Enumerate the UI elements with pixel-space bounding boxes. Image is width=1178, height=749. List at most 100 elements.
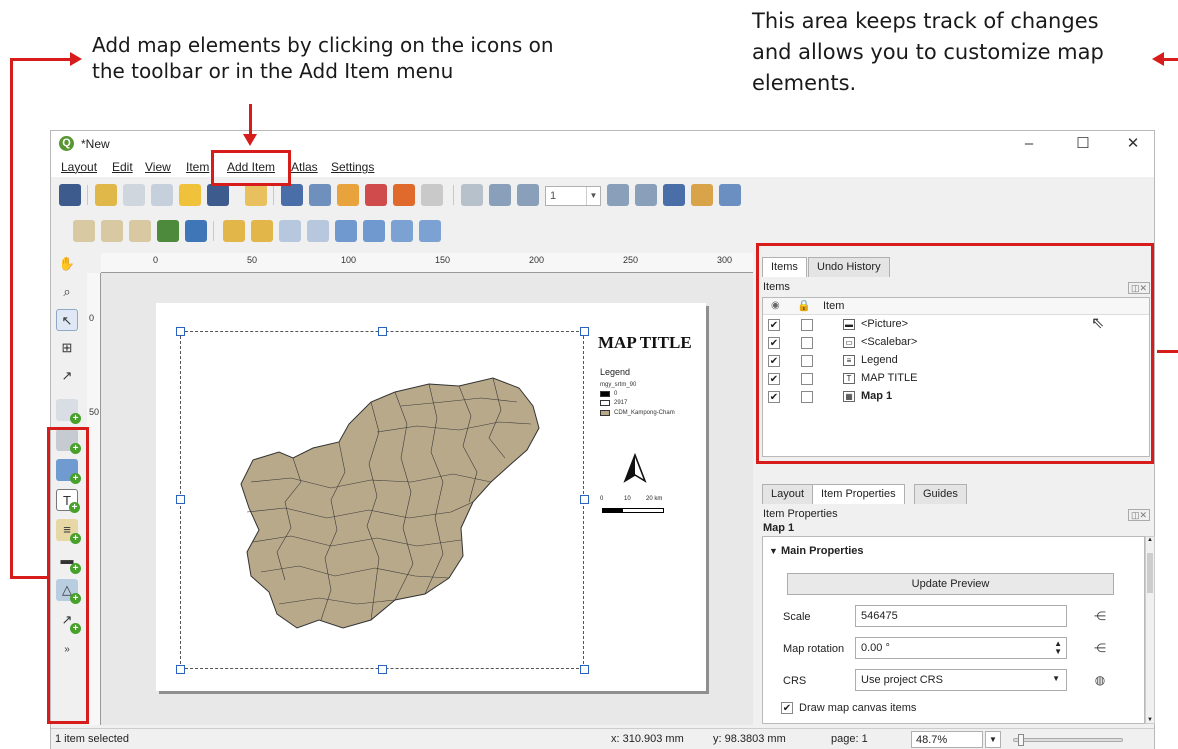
qgis-logo-icon: Q bbox=[59, 136, 74, 151]
tab-item-properties[interactable]: Item Properties bbox=[812, 484, 905, 504]
main-properties-heading[interactable]: Main Properties bbox=[781, 545, 864, 557]
add-pages-icon[interactable] bbox=[245, 184, 267, 206]
draw-items-checkbox[interactable]: ✔ bbox=[781, 702, 793, 714]
data-defined-override-icon[interactable]: ⋲ bbox=[1089, 606, 1111, 626]
menu-item[interactable]: Item bbox=[186, 160, 209, 174]
menu-layout[interactable]: Layout bbox=[61, 160, 97, 174]
new-layout-icon[interactable] bbox=[95, 184, 117, 206]
move-content-icon[interactable]: ⊞ bbox=[56, 337, 78, 359]
chevron-down-icon[interactable]: ▼ bbox=[1052, 674, 1060, 683]
scale-label: 0 bbox=[600, 496, 604, 502]
print-atlas-icon[interactable] bbox=[663, 184, 685, 206]
refresh-icon[interactable] bbox=[185, 220, 207, 242]
legend-layer-name: mgy_srtm_90 bbox=[600, 382, 637, 388]
atlas-settings-icon[interactable] bbox=[719, 184, 741, 206]
scrollbar-thumb[interactable] bbox=[1147, 553, 1153, 593]
lock-items-icon[interactable] bbox=[223, 220, 245, 242]
previous-feature-icon[interactable] bbox=[517, 184, 539, 206]
next-feature-icon[interactable] bbox=[607, 184, 629, 206]
properties-scrollbar[interactable]: ▲ ▼ bbox=[1145, 536, 1155, 724]
zoom-level-field[interactable]: 48.7% bbox=[911, 731, 983, 748]
layout-page[interactable]: MAP TITLE Legend mgy_srtm_90 0 2917 CDM_… bbox=[156, 303, 706, 691]
redo-icon[interactable] bbox=[421, 184, 443, 206]
undo-icon[interactable] bbox=[393, 184, 415, 206]
close-button[interactable]: ✕ bbox=[1115, 133, 1151, 155]
atlas-page-field[interactable]: 1 ▼ bbox=[545, 186, 601, 206]
minimize-button[interactable]: – bbox=[1011, 133, 1047, 155]
scroll-up-icon[interactable]: ▲ bbox=[1147, 537, 1153, 543]
scale-input[interactable]: 546475 bbox=[855, 605, 1067, 627]
zoom-tool-icon[interactable]: ⌕ bbox=[56, 281, 78, 303]
zoom-out-icon[interactable] bbox=[101, 220, 123, 242]
selection-handle[interactable] bbox=[580, 665, 589, 674]
tab-layout[interactable]: Layout bbox=[762, 484, 814, 504]
zoom-actual-icon[interactable] bbox=[129, 220, 151, 242]
pan-hand-icon[interactable]: ✋ bbox=[56, 253, 78, 275]
zoom-slider[interactable] bbox=[1013, 734, 1123, 746]
zoom-full-icon[interactable] bbox=[157, 220, 179, 242]
map-rotation-input[interactable]: 0.00 ° ▲ ▼ bbox=[855, 637, 1067, 659]
layout-manager-icon[interactable] bbox=[151, 184, 173, 206]
scalebar-item[interactable] bbox=[602, 508, 664, 513]
annotation-left-line2: the toolbar or in the Add Item menu bbox=[92, 59, 454, 83]
selection-handle[interactable] bbox=[580, 495, 589, 504]
crs-selector-globe-icon[interactable]: ◍ bbox=[1089, 670, 1111, 690]
export-svg-icon[interactable] bbox=[337, 184, 359, 206]
unlock-items-icon[interactable] bbox=[251, 220, 273, 242]
north-arrow-icon[interactable] bbox=[622, 453, 648, 485]
spinbox-arrows-icon[interactable]: ▲ ▼ bbox=[1054, 640, 1062, 656]
legend-title[interactable]: Legend bbox=[600, 367, 630, 377]
selection-handle[interactable] bbox=[378, 327, 387, 336]
add-map-icon[interactable]: + bbox=[56, 399, 81, 424]
chevron-down-icon[interactable]: ▼ bbox=[586, 187, 600, 205]
open-template-icon[interactable] bbox=[179, 184, 201, 206]
selection-handle[interactable] bbox=[580, 327, 589, 336]
last-feature-icon[interactable] bbox=[635, 184, 657, 206]
collapse-triangle-icon[interactable]: ▼ bbox=[769, 546, 778, 556]
ungroup-items-icon[interactable] bbox=[307, 220, 329, 242]
print-icon[interactable] bbox=[281, 184, 303, 206]
zoom-slider-handle[interactable] bbox=[1018, 734, 1024, 746]
export-pdf-icon[interactable] bbox=[365, 184, 387, 206]
raise-items-icon[interactable] bbox=[335, 220, 357, 242]
vertical-ruler: 0 50 bbox=[87, 273, 101, 725]
dock-float-close-icon[interactable]: ◫✕ bbox=[1128, 509, 1150, 521]
export-atlas-icon[interactable] bbox=[691, 184, 713, 206]
distribute-items-icon[interactable] bbox=[419, 220, 441, 242]
maximize-button[interactable]: ☐ bbox=[1065, 133, 1101, 155]
selection-handle[interactable] bbox=[176, 327, 185, 336]
update-preview-button[interactable]: Update Preview bbox=[787, 573, 1114, 595]
chevron-down-icon[interactable]: ▼ bbox=[985, 731, 1001, 748]
scroll-down-icon[interactable]: ▼ bbox=[1147, 717, 1153, 723]
map-rotation-label: Map rotation bbox=[783, 643, 845, 655]
left-bracket-line bbox=[10, 58, 13, 578]
legend-max-value: 2917 bbox=[614, 400, 628, 406]
atlas-preview-icon[interactable] bbox=[461, 184, 483, 206]
align-items-icon[interactable] bbox=[391, 220, 413, 242]
tab-guides[interactable]: Guides bbox=[914, 484, 967, 504]
selection-status: 1 item selected bbox=[55, 733, 129, 745]
selection-handle[interactable] bbox=[378, 665, 387, 674]
selection-handle[interactable] bbox=[176, 495, 185, 504]
save-template-icon[interactable] bbox=[207, 184, 229, 206]
export-image-icon[interactable] bbox=[309, 184, 331, 206]
menu-view[interactable]: View bbox=[145, 160, 171, 174]
group-items-icon[interactable] bbox=[279, 220, 301, 242]
duplicate-layout-icon[interactable] bbox=[123, 184, 145, 206]
selection-handle[interactable] bbox=[176, 665, 185, 674]
edit-nodes-icon[interactable]: ↗ bbox=[56, 365, 78, 387]
save-icon[interactable] bbox=[59, 184, 81, 206]
crs-select[interactable]: Use project CRS ▼ bbox=[855, 669, 1067, 691]
menu-settings[interactable]: Settings bbox=[331, 160, 374, 174]
toolbar-separator bbox=[453, 185, 454, 205]
layout-canvas[interactable]: MAP TITLE Legend mgy_srtm_90 0 2917 CDM_… bbox=[101, 273, 753, 725]
map-title-label[interactable]: MAP TITLE bbox=[598, 333, 692, 353]
select-move-icon[interactable]: ↖ bbox=[56, 309, 78, 331]
data-defined-override-icon[interactable]: ⋲ bbox=[1089, 638, 1111, 658]
map-item[interactable] bbox=[180, 331, 584, 669]
menu-edit[interactable]: Edit bbox=[112, 160, 133, 174]
lower-items-icon[interactable] bbox=[363, 220, 385, 242]
first-feature-icon[interactable] bbox=[489, 184, 511, 206]
menu-atlas[interactable]: Atlas bbox=[291, 160, 318, 174]
zoom-in-icon[interactable] bbox=[73, 220, 95, 242]
